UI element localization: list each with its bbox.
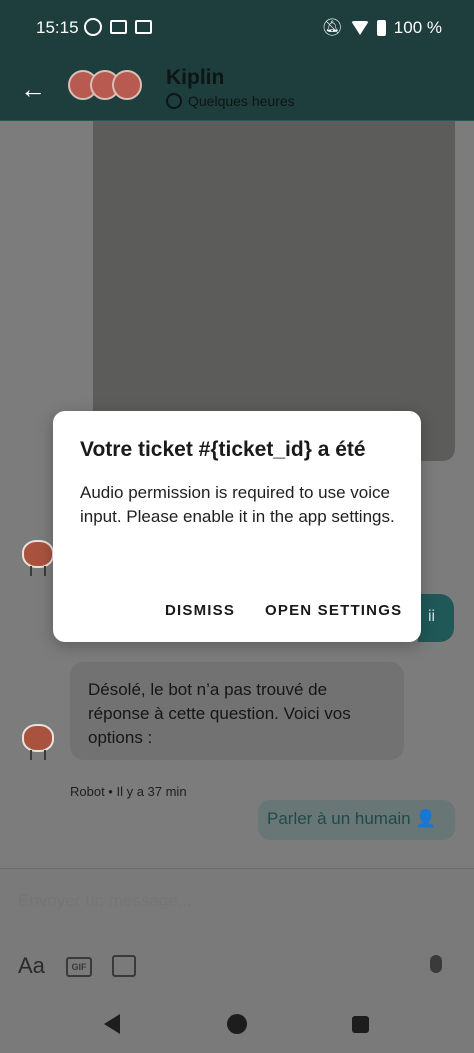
status-time: 15:15 [36, 18, 79, 37]
nav-recents-icon[interactable] [352, 1016, 369, 1033]
status-right-icons: 🔕︎ 100 % [321, 18, 442, 38]
sim-icon [135, 20, 152, 34]
dialog-title: Votre ticket #{ticket_id} a été [80, 438, 366, 461]
chat-title[interactable]: Kiplin [166, 66, 224, 90]
microphone-icon[interactable] [430, 955, 442, 973]
text-format-button[interactable]: Aa [18, 953, 45, 979]
image-icon[interactable] [112, 955, 136, 977]
status-bar: 15:15 🔕︎ 100 % [0, 0, 474, 56]
sim-icon [110, 20, 127, 34]
image-attachment[interactable] [93, 121, 455, 461]
message-composer: Aa GIF [0, 868, 474, 998]
battery-percent: 100 % [393, 18, 442, 37]
bot-message-text: Désolé, le bot n’a pas trouvé de réponse… [88, 680, 351, 747]
chat-header: ← Kiplin Quelques heures [0, 56, 474, 121]
message-input[interactable] [18, 891, 438, 911]
nav-back-icon[interactable] [104, 1014, 120, 1034]
mute-icon: 🔕︎ [321, 18, 343, 37]
bot-avatar [18, 718, 58, 762]
dialog-message: Audio permission is required to use voic… [80, 483, 395, 526]
talk-to-human-label: Parler à un humain 👤 [267, 809, 437, 828]
arrow-left-icon[interactable]: ← [20, 74, 46, 105]
status-left-icons [84, 18, 152, 36]
user-message-bubble[interactable]: ii [418, 594, 454, 642]
bot-avatar [18, 534, 58, 578]
dismiss-button[interactable]: DISMISS [165, 602, 235, 619]
nav-home-icon[interactable] [227, 1014, 247, 1034]
open-settings-button[interactable]: OPEN SETTINGS [265, 602, 402, 619]
chat-subtitle: Quelques heures [166, 93, 295, 109]
group-avatars[interactable] [68, 70, 142, 100]
wifi-icon [350, 21, 369, 35]
bot-message-bubble: Désolé, le bot n’a pas trouvé de réponse… [70, 662, 404, 760]
system-nav-bar [0, 998, 474, 1053]
bot-message-meta: Robot • Il y a 37 min [70, 784, 187, 799]
chat-subtitle-text: Quelques heures [188, 93, 295, 109]
clock-icon [166, 93, 182, 109]
face-icon [84, 18, 102, 36]
permission-dialog: Votre ticket #{ticket_id} a été Audio pe… [53, 411, 421, 642]
battery-icon [376, 20, 386, 36]
avatar [112, 70, 142, 100]
gif-icon[interactable]: GIF [66, 957, 92, 977]
talk-to-human-button[interactable]: Parler à un humain 👤 [258, 800, 455, 840]
user-message-text: ii [428, 608, 436, 625]
